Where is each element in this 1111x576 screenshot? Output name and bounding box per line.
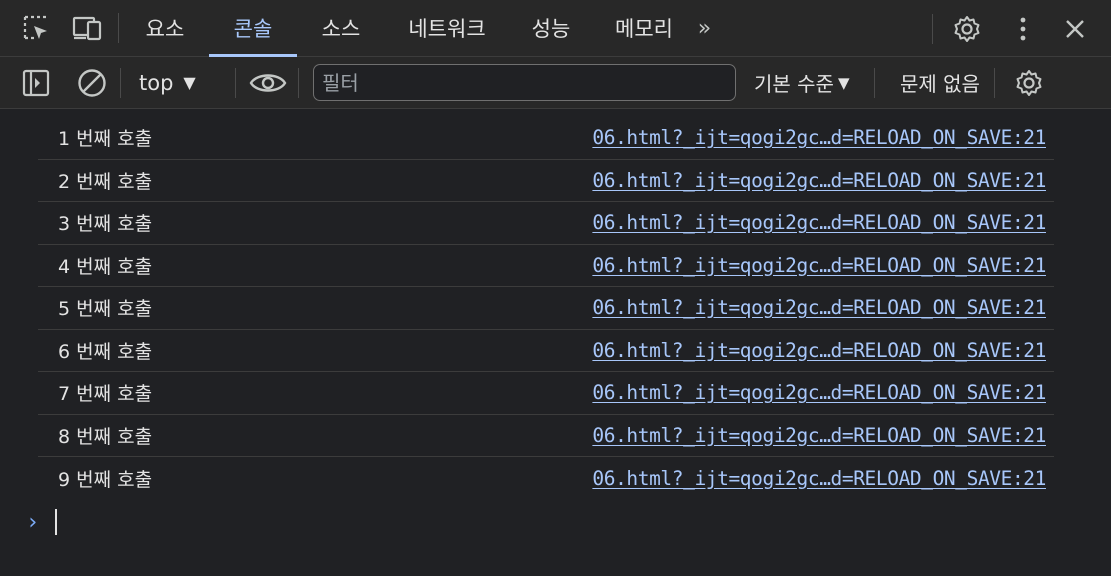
message-text: 4 번째 호출 — [58, 255, 153, 278]
console-message: 1 번째 호출 06.html?_ijt=qogi2gc…d=RELOAD_ON… — [38, 117, 1054, 160]
devtools-tab-bar: 요소 콘솔 소스 네트워크 성능 메모리 » — [0, 0, 1111, 57]
source-link[interactable]: 06.html?_ijt=qogi2gc…d=RELOAD_ON_SAVE:21 — [592, 339, 1046, 362]
source-link[interactable]: 06.html?_ijt=qogi2gc…d=RELOAD_ON_SAVE:21 — [592, 126, 1046, 149]
divider — [298, 67, 299, 98]
message-text: 6 번째 호출 — [58, 340, 153, 363]
context-label: top — [139, 70, 174, 95]
message-text: 5 번째 호출 — [58, 298, 153, 321]
tab-sources[interactable]: 소스 — [313, 0, 369, 57]
source-link[interactable]: 06.html?_ijt=qogi2gc…d=RELOAD_ON_SAVE:21 — [592, 211, 1046, 234]
message-text: 8 번째 호출 — [58, 425, 153, 448]
divider — [994, 67, 995, 98]
console-message: 2 번째 호출 06.html?_ijt=qogi2gc…d=RELOAD_ON… — [38, 160, 1054, 202]
device-toolbar-icon[interactable] — [68, 8, 108, 48]
more-tabs-icon[interactable]: » — [685, 0, 721, 57]
console-message: 9 번째 호출 06.html?_ijt=qogi2gc…d=RELOAD_ON… — [38, 457, 1054, 500]
console-message: 5 번째 호출 06.html?_ijt=qogi2gc…d=RELOAD_ON… — [38, 287, 1054, 330]
message-text: 1 번째 호출 — [58, 128, 153, 151]
console-prompt[interactable]: › — [26, 508, 58, 536]
console-message: 3 번째 호출 06.html?_ijt=qogi2gc…d=RELOAD_ON… — [38, 202, 1054, 245]
source-link[interactable]: 06.html?_ijt=qogi2gc…d=RELOAD_ON_SAVE:21 — [592, 254, 1046, 277]
console-settings-gear-icon[interactable] — [1009, 63, 1049, 103]
tab-performance[interactable]: 성능 — [523, 0, 579, 57]
log-levels-dropdown[interactable]: 기본 수준 ▼ — [754, 68, 874, 97]
console-message: 7 번째 호출 06.html?_ijt=qogi2gc…d=RELOAD_ON… — [38, 372, 1054, 415]
log-levels-label: 기본 수준 — [754, 72, 834, 96]
console-message: 4 번째 호출 06.html?_ijt=qogi2gc…d=RELOAD_ON… — [38, 245, 1054, 287]
clear-console-icon[interactable] — [72, 63, 112, 103]
source-link[interactable]: 06.html?_ijt=qogi2gc…d=RELOAD_ON_SAVE:21 — [592, 381, 1046, 404]
console-toolbar: top ▼ 기본 수준 ▼ 문제 없음 — [0, 57, 1111, 109]
message-text: 9 번째 호출 — [58, 468, 153, 491]
prompt-chevron-icon: › — [26, 509, 40, 535]
divider — [235, 67, 236, 98]
more-options-icon[interactable] — [1003, 9, 1043, 49]
tabbar-actions — [932, 0, 1111, 57]
issues-counter[interactable]: 문제 없음 — [900, 68, 994, 97]
source-link[interactable]: 06.html?_ijt=qogi2gc…d=RELOAD_ON_SAVE:21 — [592, 169, 1046, 192]
tab-memory[interactable]: 메모리 — [609, 0, 679, 57]
panel-tabs: 요소 콘솔 소스 네트워크 성능 메모리 » — [137, 0, 721, 57]
divider — [932, 13, 933, 44]
message-text: 2 번째 호출 — [58, 170, 153, 193]
inspect-element-icon[interactable] — [16, 8, 56, 48]
message-text: 7 번째 호출 — [58, 383, 153, 406]
divider — [118, 13, 119, 43]
chevron-down-icon: ▼ — [183, 73, 196, 92]
chevron-down-icon: ▼ — [837, 73, 850, 92]
divider — [120, 67, 121, 98]
console-message: 8 번째 호출 06.html?_ijt=qogi2gc…d=RELOAD_ON… — [38, 415, 1054, 457]
source-link[interactable]: 06.html?_ijt=qogi2gc…d=RELOAD_ON_SAVE:21 — [592, 467, 1046, 490]
source-link[interactable]: 06.html?_ijt=qogi2gc…d=RELOAD_ON_SAVE:21 — [592, 296, 1046, 319]
tab-network[interactable]: 네트워크 — [399, 0, 495, 57]
console-message: 6 번째 호출 06.html?_ijt=qogi2gc…d=RELOAD_ON… — [38, 330, 1054, 372]
text-cursor — [55, 509, 58, 535]
tab-elements[interactable]: 요소 — [137, 0, 193, 57]
close-icon[interactable] — [1055, 9, 1095, 49]
sidebar-toggle-icon[interactable] — [16, 63, 56, 103]
source-link[interactable]: 06.html?_ijt=qogi2gc…d=RELOAD_ON_SAVE:21 — [592, 424, 1046, 447]
console-messages: 1 번째 호출 06.html?_ijt=qogi2gc…d=RELOAD_ON… — [0, 117, 1111, 500]
context-selector[interactable]: top ▼ — [139, 71, 225, 95]
divider — [874, 67, 875, 98]
live-expression-eye-icon[interactable] — [248, 63, 288, 103]
settings-gear-icon[interactable] — [947, 9, 987, 49]
tab-console[interactable]: 콘솔 — [209, 0, 297, 57]
filter-input[interactable] — [313, 64, 736, 101]
message-text: 3 번째 호출 — [58, 213, 153, 236]
